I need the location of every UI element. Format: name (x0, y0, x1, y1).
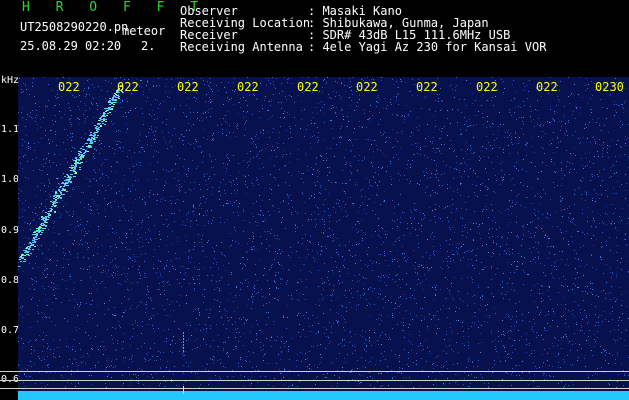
time-label-1: 022 (58, 80, 80, 94)
time-label-3: 022 (177, 80, 199, 94)
filename-label: UT2508290220.pn (20, 20, 129, 34)
time-label-10: 0230 (595, 80, 624, 94)
time-label-2: 022 (117, 80, 139, 94)
reference-line-bottom (0, 388, 629, 389)
freq-label-0-9: 0.9 (1, 225, 20, 236)
time-cursor-marker (183, 386, 184, 394)
count-label: 2. (141, 39, 156, 53)
freq-label-1-0: 1.0 (1, 174, 20, 185)
time-label-6: 022 (356, 80, 378, 94)
time-label-4: 022 (237, 80, 259, 94)
freq-label-1-1: 1.1 (1, 124, 20, 135)
datetime-label: 25.08.29 02:20 (20, 39, 122, 53)
header-panel: H R O F F T UT2508290220.pn meteor 25.08… (0, 0, 629, 75)
spectrogram-noise (18, 77, 629, 389)
time-label-5: 022 (297, 80, 319, 94)
antenna-value: : 4ele Yagi Az 230 for Kansai VOR (308, 40, 547, 54)
noise-level-band (18, 391, 629, 400)
unit-label: kHz (1, 75, 20, 86)
reference-line-mid (0, 380, 629, 381)
time-label-8: 022 (476, 80, 498, 94)
reference-line-top (0, 371, 629, 372)
freq-label-0-8: 0.8 (1, 275, 20, 286)
type-label: meteor (122, 24, 166, 38)
spectrogram-canvas (18, 77, 629, 389)
time-label-7: 022 (416, 80, 438, 94)
freq-label-0-7: 0.7 (1, 325, 20, 336)
spectrogram[interactable] (18, 77, 629, 400)
antenna-label: Receiving Antenna (180, 40, 303, 54)
time-label-9: 022 (536, 80, 558, 94)
